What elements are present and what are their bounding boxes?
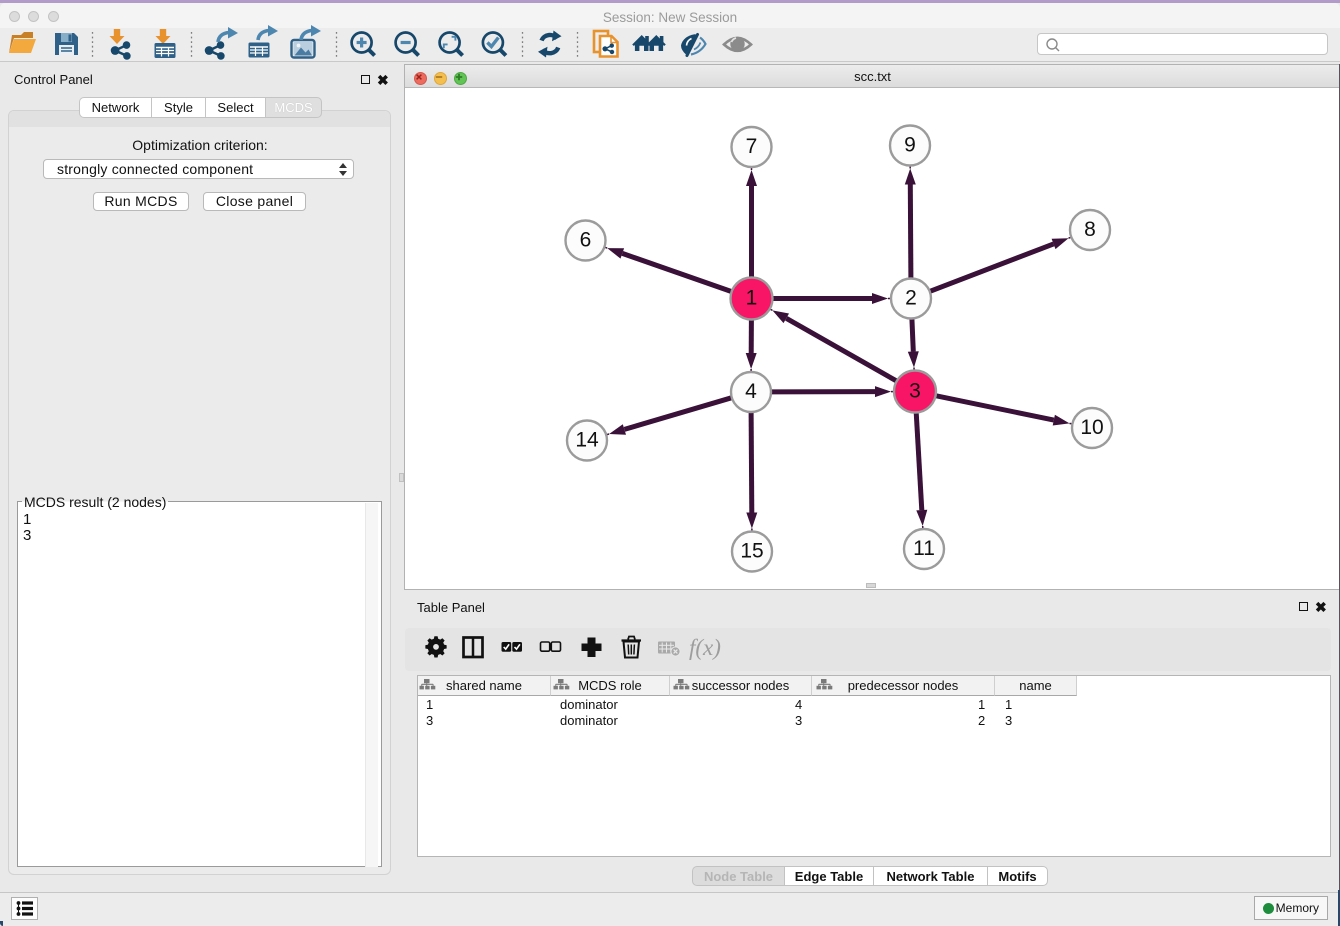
svg-text:10: 10 — [1080, 416, 1103, 439]
svg-text:1: 1 — [746, 287, 758, 310]
svg-text:6: 6 — [580, 229, 592, 252]
svg-text:9: 9 — [904, 134, 916, 157]
svg-text:7: 7 — [746, 135, 758, 158]
svg-text:3: 3 — [909, 380, 921, 403]
svg-text:2: 2 — [905, 287, 917, 310]
svg-text:4: 4 — [745, 380, 757, 403]
svg-text:11: 11 — [913, 537, 935, 560]
svg-text:8: 8 — [1084, 218, 1096, 241]
svg-text:14: 14 — [575, 429, 599, 452]
svg-text:15: 15 — [740, 540, 763, 563]
